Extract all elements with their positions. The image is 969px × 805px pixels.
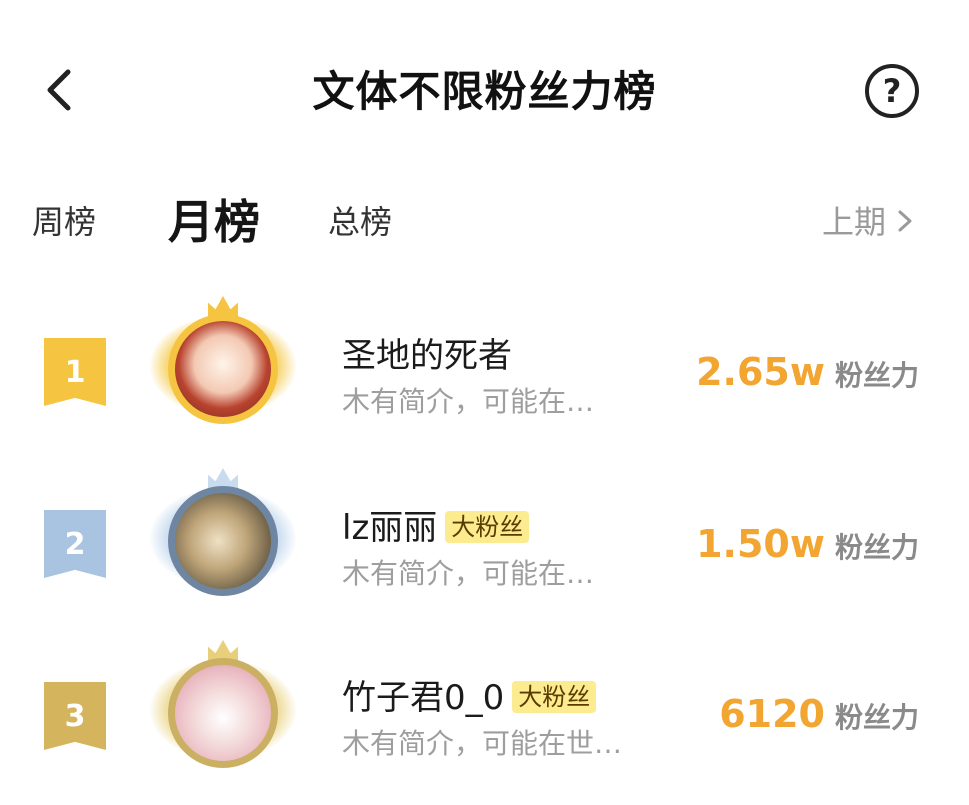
user-intro: 木有简介，可能在世… (342, 727, 623, 760)
user-name-text: 竹子君0_0 (342, 678, 505, 718)
top-bar: 文体不限粉丝力榜 ? (0, 0, 969, 180)
score-unit: 粉丝力 (834, 531, 919, 564)
previous-period-label: 上期 (822, 203, 887, 241)
user-intro: 木有简介，可能在… (342, 557, 595, 590)
fan-level-badge: 大粉丝 (512, 681, 597, 713)
tab-week[interactable]: 周榜 (32, 197, 96, 243)
rank-badge: 1 (44, 338, 106, 406)
avatar[interactable] (150, 468, 296, 614)
fan-power-score: 6120 粉丝力 (719, 692, 919, 736)
ranking-row[interactable]: 1 圣地的死者 木有简介，可能在… 2.65w 粉丝力 (0, 296, 969, 461)
fan-power-score: 1.50w 粉丝力 (696, 522, 919, 566)
fan-level-badge: 大粉丝 (445, 511, 530, 543)
rank-badge: 2 (44, 510, 106, 578)
user-name[interactable]: 竹子君0_0 大粉丝 (342, 670, 597, 719)
question-circle-icon: ? (882, 72, 902, 110)
ranking-row[interactable]: 3 竹子君0_0 大粉丝 木有简介，可能在世… 6120 粉丝力 (0, 640, 969, 805)
tab-total[interactable]: 总榜 (328, 197, 392, 243)
avatar-image (168, 658, 278, 768)
rank-badge: 3 (44, 682, 106, 750)
user-name[interactable]: 圣地的死者 (342, 328, 512, 377)
avatar-image (168, 314, 278, 424)
previous-period-link[interactable]: 上期 (822, 197, 914, 243)
help-button[interactable]: ? (865, 64, 919, 118)
user-intro: 木有简介，可能在… (342, 385, 595, 418)
page-title: 文体不限粉丝力榜 (312, 67, 657, 116)
score-value: 2.65w (696, 350, 825, 394)
ranking-row[interactable]: 2 lz丽丽 大粉丝 木有简介，可能在… 1.50w 粉丝力 (0, 468, 969, 633)
user-name[interactable]: lz丽丽 大粉丝 (342, 500, 530, 549)
avatar-image (168, 486, 278, 596)
score-value: 1.50w (696, 522, 825, 566)
score-unit: 粉丝力 (834, 701, 919, 734)
fan-power-score: 2.65w 粉丝力 (696, 350, 919, 394)
score-value: 6120 (719, 692, 825, 736)
chevron-right-icon (898, 210, 912, 232)
avatar[interactable] (150, 640, 296, 786)
avatar[interactable] (150, 296, 296, 442)
period-tabs: 周榜 月榜 总榜 上期 (0, 180, 969, 270)
user-name-text: lz丽丽 (342, 508, 438, 548)
tab-month[interactable]: 月榜 (168, 186, 260, 252)
score-unit: 粉丝力 (834, 359, 919, 392)
